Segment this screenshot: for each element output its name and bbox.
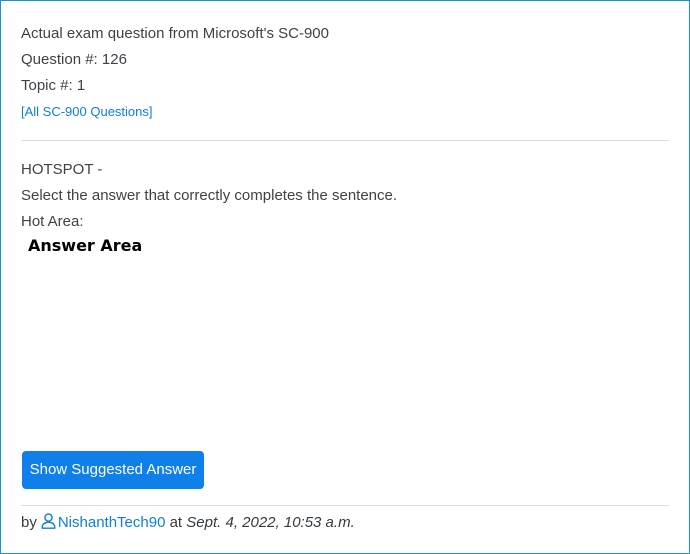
- at-label: at: [169, 514, 183, 531]
- footer-divider: [21, 505, 669, 506]
- question-header: Actual exam question from Microsoft's SC…: [21, 21, 669, 125]
- question-card: Actual exam question from Microsoft's SC…: [0, 0, 690, 554]
- question-body: HOTSPOT - Select the answer that correct…: [21, 157, 669, 235]
- author-username-link[interactable]: NishanthTech90: [58, 514, 166, 531]
- user-outline-icon: [41, 513, 56, 529]
- topic-number: Topic #: 1: [21, 77, 86, 94]
- question-number: Question #: 126: [21, 51, 127, 68]
- header-divider: [21, 140, 669, 141]
- show-suggested-answer-button[interactable]: Show Suggested Answer: [22, 451, 204, 489]
- by-label: by: [21, 514, 37, 531]
- all-questions-link[interactable]: [All SC-900 Questions]: [21, 103, 153, 121]
- question-instruction: Select the answer that correctly complet…: [21, 187, 398, 204]
- exam-title: Actual exam question from Microsoft's SC…: [21, 25, 329, 42]
- hot-area-label: Hot Area:: [21, 213, 84, 230]
- author-footer: by NishanthTech90 at Sept. 4, 2022, 10:53…: [21, 511, 355, 535]
- question-type: HOTSPOT -: [21, 161, 103, 178]
- post-date: Sept. 4, 2022, 10:53 a.m.: [186, 514, 355, 531]
- answer-area-title: Answer Area: [28, 236, 143, 255]
